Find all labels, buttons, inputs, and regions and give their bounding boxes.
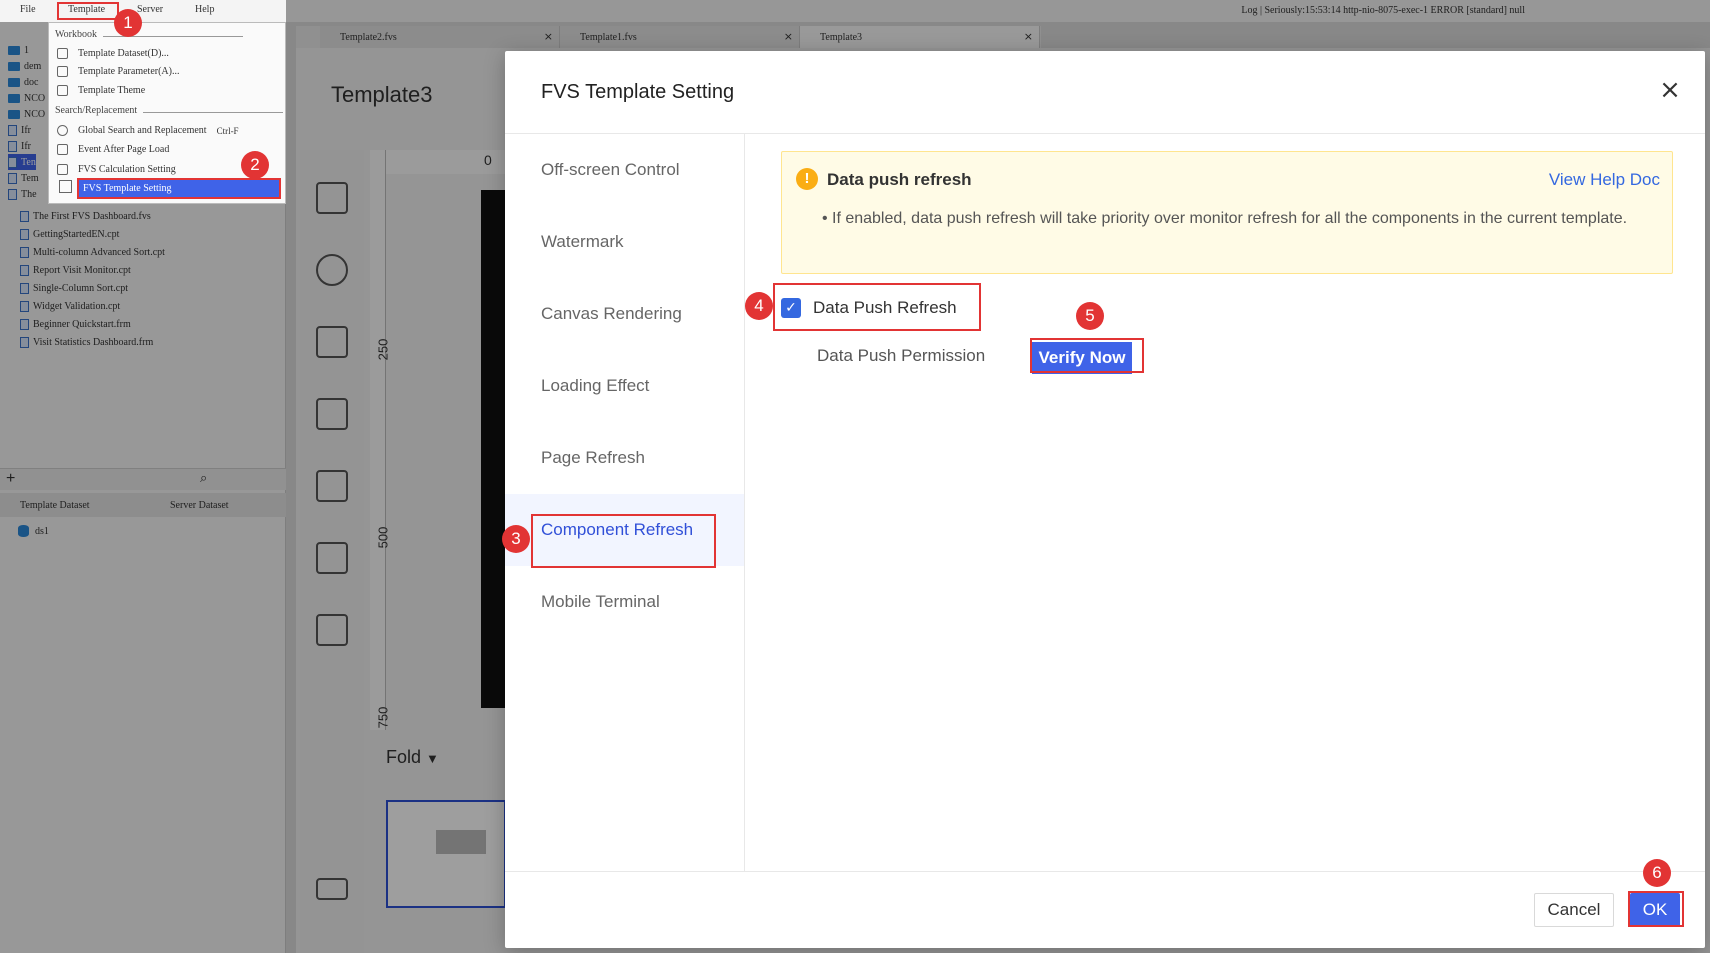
menu-item-template-theme[interactable]: Template Theme: [57, 82, 145, 99]
nav-watermark[interactable]: Watermark: [505, 206, 744, 278]
step-marker-3: 3: [502, 525, 530, 553]
dialog-title: FVS Template Setting: [541, 81, 735, 103]
nav-page-refresh[interactable]: Page Refresh: [505, 422, 744, 494]
menu-section-search: Search/Replacement: [55, 105, 284, 116]
view-help-doc-link[interactable]: View Help Doc: [1549, 170, 1660, 190]
settings-nav: Off-screen Control Watermark Canvas Rend…: [505, 134, 745, 871]
parameter-icon: [57, 66, 68, 77]
search-icon: [57, 125, 68, 136]
menu-bar-highlight: File Template Server Help: [0, 0, 286, 22]
nav-canvas-rendering[interactable]: Canvas Rendering: [505, 278, 744, 350]
settings-icon: [59, 180, 72, 193]
menu-file[interactable]: File: [20, 4, 36, 15]
highlight-ok: [1628, 891, 1684, 927]
nav-mobile-terminal[interactable]: Mobile Terminal: [505, 566, 744, 638]
divider: [505, 871, 1705, 872]
menu-item-fvs-calculation[interactable]: FVS Calculation Setting: [57, 161, 176, 178]
nav-loading-effect[interactable]: Loading Effect: [505, 350, 744, 422]
step-marker-4: 4: [745, 292, 773, 320]
close-icon[interactable]: ×: [1655, 75, 1685, 105]
fvs-designer-app: File Template Server Help Log | Seriousl…: [0, 0, 1710, 953]
menu-item-template-dataset[interactable]: Template Dataset(D)...: [57, 45, 169, 62]
step-marker-2: 2: [241, 151, 269, 179]
menu-help[interactable]: Help: [195, 4, 214, 15]
notice-body: If enabled, data push refresh will take …: [822, 204, 1632, 234]
data-push-permission-label: Data Push Permission: [817, 346, 986, 365]
database-icon: [57, 48, 68, 59]
calculation-icon: [57, 164, 68, 175]
cancel-button[interactable]: Cancel: [1534, 893, 1614, 927]
info-notice: ! Data push refresh View Help Doc If ena…: [781, 151, 1673, 274]
theme-icon: [57, 85, 68, 96]
menu-item-template-parameter[interactable]: Template Parameter(A)...: [57, 63, 179, 80]
menu-item-fvs-template-setting[interactable]: FVS Template Setting: [77, 178, 281, 199]
shortcut-label: Ctrl-F: [216, 125, 239, 136]
highlight-verify-now: [1030, 338, 1144, 373]
menu-server[interactable]: Server: [137, 4, 163, 15]
highlight-component-refresh: [531, 514, 716, 568]
highlight-data-push-refresh: [773, 283, 981, 331]
step-marker-6: 6: [1643, 859, 1671, 887]
menu-item-global-search[interactable]: Global Search and Replacement Ctrl-F: [57, 122, 239, 139]
nav-off-screen-control[interactable]: Off-screen Control: [505, 134, 744, 206]
menu-item-event-after-load[interactable]: Event After Page Load: [57, 141, 169, 158]
highlight-menu-template: [57, 2, 119, 20]
warning-icon: !: [796, 168, 818, 190]
menu-section-workbook: Workbook: [55, 29, 243, 40]
event-icon: [57, 144, 68, 155]
notice-title: Data push refresh: [827, 170, 972, 189]
fvs-template-setting-dialog: FVS Template Setting × Off-screen Contro…: [505, 51, 1705, 948]
step-marker-5: 5: [1076, 302, 1104, 330]
step-marker-1: 1: [114, 9, 142, 37]
